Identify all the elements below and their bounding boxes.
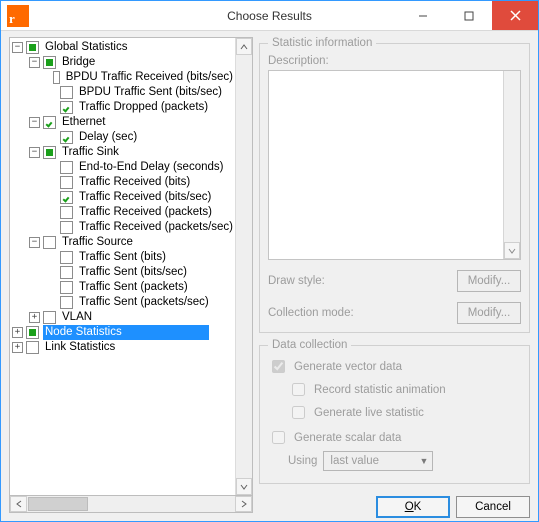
checkbox-icon[interactable] — [60, 131, 73, 144]
tree-item[interactable]: BPDU Traffic Received (bits/sec) — [64, 70, 235, 85]
using-select[interactable]: last value ▼ — [323, 451, 433, 471]
vertical-scrollbar[interactable] — [503, 71, 520, 259]
vertical-scrollbar[interactable] — [235, 38, 252, 495]
checkbox-icon[interactable] — [26, 326, 39, 339]
checkbox-icon[interactable] — [60, 86, 73, 99]
generate-scalar-checkbox[interactable]: Generate scalar data — [268, 428, 521, 447]
tree-item[interactable]: Traffic Sink — [60, 145, 121, 160]
checkbox-icon[interactable] — [43, 311, 56, 324]
checkbox-icon[interactable] — [272, 431, 285, 444]
checkbox-icon[interactable] — [60, 161, 73, 174]
checkbox-icon[interactable] — [292, 383, 305, 396]
dialog-window: r Choose Results −Global Statistics — [0, 0, 539, 522]
checkbox-label: Record statistic animation — [314, 384, 446, 396]
tree-item[interactable]: Traffic Received (bits) — [77, 175, 192, 190]
checkbox-icon[interactable] — [60, 266, 73, 279]
chevron-up-icon[interactable] — [236, 38, 252, 55]
checkbox-icon[interactable] — [60, 176, 73, 189]
description-label: Description: — [268, 55, 521, 67]
tree-item[interactable]: Global Statistics — [43, 40, 129, 55]
record-animation-checkbox[interactable]: Record statistic animation — [288, 380, 521, 399]
checkbox-icon[interactable] — [43, 116, 56, 129]
collection-mode-label: Collection mode: — [268, 307, 368, 319]
tree-item[interactable]: End-to-End Delay (seconds) — [77, 160, 225, 175]
tree-item[interactable]: Traffic Source — [60, 235, 135, 250]
statistics-tree[interactable]: −Global Statistics −Bridge BPDU Traffic … — [9, 37, 253, 496]
tree-item[interactable]: Delay (sec) — [77, 130, 139, 145]
generate-live-checkbox[interactable]: Generate live statistic — [288, 403, 521, 422]
tree-item-node-statistics[interactable]: Node Statistics — [43, 325, 209, 340]
group-legend: Data collection — [268, 339, 351, 351]
checkbox-label: Generate live statistic — [314, 407, 424, 419]
chevron-left-icon[interactable] — [10, 496, 27, 512]
modify-draw-style-button[interactable]: Modify... — [457, 270, 521, 292]
tree-item[interactable]: Ethernet — [60, 115, 107, 130]
draw-style-label: Draw style: — [268, 275, 368, 287]
generate-vector-checkbox[interactable]: Generate vector data — [268, 357, 521, 376]
checkbox-icon[interactable] — [60, 206, 73, 219]
tree-item[interactable]: Traffic Received (bits/sec) — [77, 190, 213, 205]
tree-item[interactable]: Traffic Sent (packets/sec) — [77, 295, 211, 310]
tree-item[interactable]: Traffic Sent (bits) — [77, 250, 168, 265]
checkbox-icon[interactable] — [60, 191, 73, 204]
checkbox-icon[interactable] — [26, 41, 39, 54]
tree-item[interactable]: Traffic Received (packets) — [77, 205, 214, 220]
checkbox-icon[interactable] — [53, 71, 59, 84]
checkbox-icon[interactable] — [60, 101, 73, 114]
tree-item[interactable]: Traffic Sent (packets) — [77, 280, 190, 295]
checkbox-icon[interactable] — [43, 236, 56, 249]
checkbox-icon[interactable] — [272, 360, 285, 373]
checkbox-icon[interactable] — [60, 251, 73, 264]
chevron-down-icon: ▼ — [419, 456, 428, 466]
checkbox-icon[interactable] — [60, 221, 73, 234]
tree-item[interactable]: BPDU Traffic Sent (bits/sec) — [77, 85, 224, 100]
tree-item[interactable]: Traffic Sent (bits/sec) — [77, 265, 189, 280]
tree-item[interactable]: Bridge — [60, 55, 97, 70]
tree-item[interactable]: Link Statistics — [43, 340, 117, 355]
description-textarea[interactable] — [268, 70, 521, 260]
tree-item[interactable]: VLAN — [60, 310, 94, 325]
modify-collection-mode-button[interactable]: Modify... — [457, 302, 521, 324]
checkbox-icon[interactable] — [43, 146, 56, 159]
tree-item[interactable]: Traffic Dropped (packets) — [77, 100, 210, 115]
using-label: Using — [288, 455, 317, 467]
checkbox-icon[interactable] — [292, 406, 305, 419]
chevron-down-icon[interactable] — [504, 242, 520, 259]
checkbox-icon[interactable] — [26, 341, 39, 354]
horizontal-scrollbar[interactable] — [9, 496, 253, 513]
window-title: Choose Results — [1, 9, 538, 23]
checkbox-icon[interactable] — [60, 281, 73, 294]
tree-item[interactable]: Traffic Received (packets/sec) — [77, 220, 235, 235]
chevron-right-icon[interactable] — [235, 496, 252, 512]
checkbox-label: Generate scalar data — [294, 432, 401, 444]
select-value: last value — [330, 455, 379, 467]
cancel-button[interactable]: Cancel — [456, 496, 530, 518]
ok-button[interactable]: OK — [376, 496, 450, 518]
statistic-information-group: Statistic information Description: Draw … — [259, 37, 530, 333]
checkbox-icon[interactable] — [60, 296, 73, 309]
checkbox-icon[interactable] — [43, 56, 56, 69]
checkbox-label: Generate vector data — [294, 361, 402, 373]
chevron-down-icon[interactable] — [236, 478, 252, 495]
group-legend: Statistic information — [268, 37, 376, 49]
data-collection-group: Data collection Generate vector data Rec… — [259, 339, 530, 484]
scroll-thumb[interactable] — [28, 497, 88, 511]
titlebar[interactable]: r Choose Results — [1, 1, 538, 31]
